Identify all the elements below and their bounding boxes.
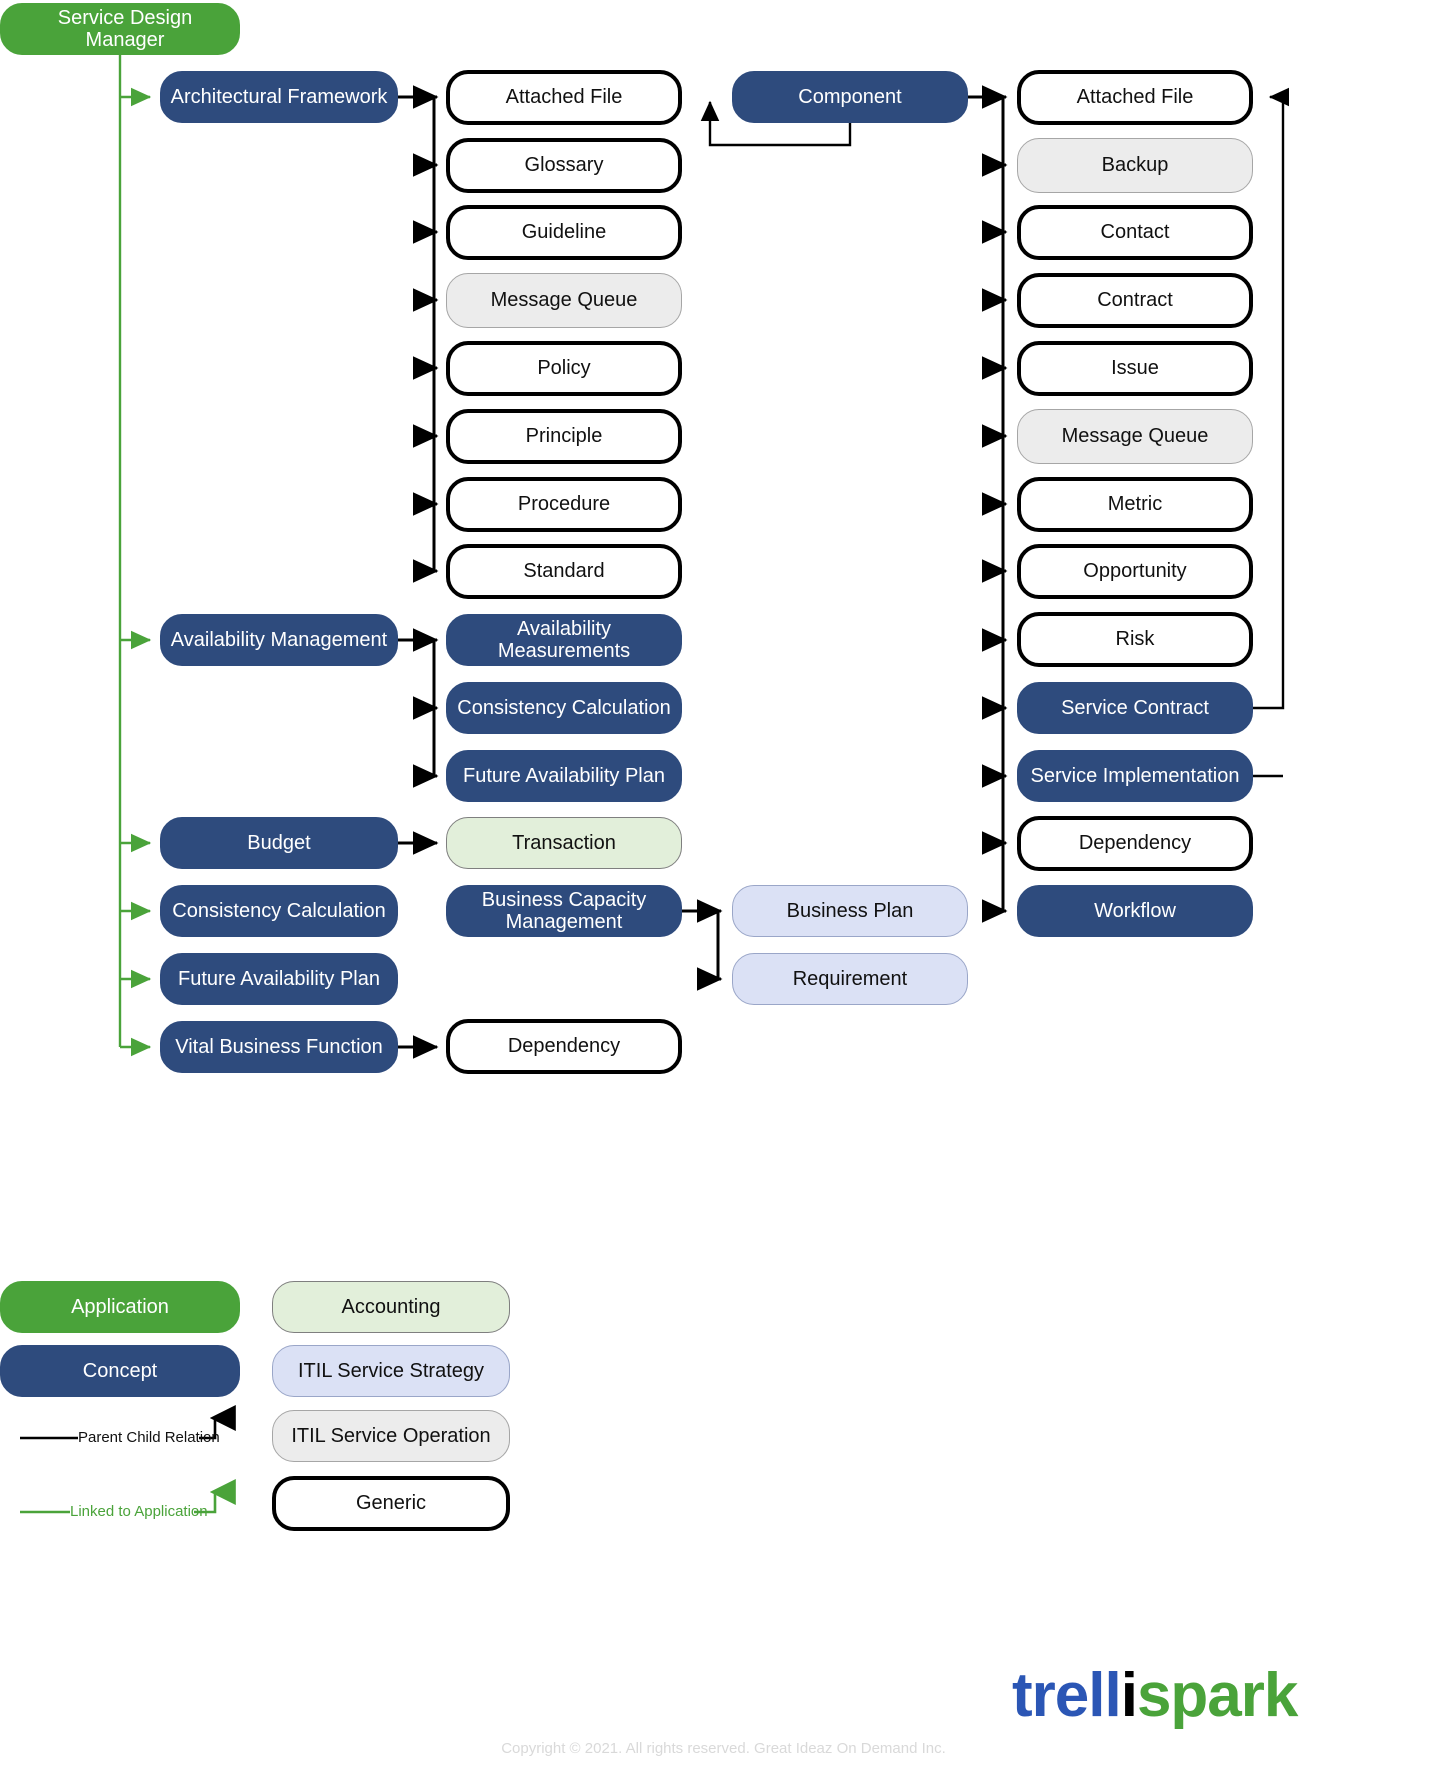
node-label: Workflow xyxy=(1094,899,1176,922)
node-label: Availability Management xyxy=(170,628,388,651)
legend-label: ITIL Service Strategy xyxy=(298,1359,484,1382)
legend-shape-itil-service-operation: ITIL Service Operation xyxy=(272,1410,510,1462)
node-business-plan[interactable]: Business Plan xyxy=(732,885,968,937)
node-label: Message Queue xyxy=(490,289,638,312)
node-requirement[interactable]: Requirement xyxy=(732,953,968,1005)
node-glossary[interactable]: Glossary xyxy=(446,138,682,193)
node-label: Guideline xyxy=(521,221,607,244)
node-vital-business-function[interactable]: Vital Business Function xyxy=(160,1021,398,1073)
node-budget[interactable]: Budget xyxy=(160,817,398,869)
node-label: Policy xyxy=(537,357,591,380)
node-label: Business Capacity Management xyxy=(481,888,647,933)
node-workflow[interactable]: Workflow xyxy=(1017,885,1253,937)
node-business-capacity-management[interactable]: Business Capacity Management xyxy=(446,885,682,937)
node-label: Issue xyxy=(1111,357,1159,380)
node-procedure[interactable]: Procedure xyxy=(446,477,682,532)
node-label: Transaction xyxy=(512,831,616,854)
node-message-queue-af[interactable]: Message Queue xyxy=(446,273,682,328)
node-label: Vital Business Function xyxy=(175,1035,383,1058)
logo-part-spark: spark xyxy=(1136,1661,1298,1730)
node-label: Requirement xyxy=(792,967,908,990)
node-label: Service Design Manager xyxy=(57,6,193,51)
node-label: Contact xyxy=(1100,221,1170,244)
legend-label: ITIL Service Operation xyxy=(291,1424,491,1447)
legend-label: Application xyxy=(71,1295,169,1318)
node-component[interactable]: Component xyxy=(732,71,968,123)
node-label: Attached File xyxy=(505,86,623,109)
node-architectural-framework[interactable]: Architectural Framework xyxy=(160,71,398,123)
node-label: Consistency Calculation xyxy=(172,899,386,922)
node-policy[interactable]: Policy xyxy=(446,341,682,396)
node-issue[interactable]: Issue xyxy=(1017,341,1253,396)
node-label: Dependency xyxy=(507,1035,621,1058)
node-transaction[interactable]: Transaction xyxy=(446,817,682,869)
node-label: Attached File xyxy=(1076,86,1194,109)
node-availability-management[interactable]: Availability Management xyxy=(160,614,398,666)
node-label: Backup xyxy=(1101,154,1169,177)
node-availability-measurements[interactable]: Availability Measurements xyxy=(446,614,682,666)
node-label: Message Queue xyxy=(1061,425,1209,448)
node-opportunity[interactable]: Opportunity xyxy=(1017,544,1253,599)
node-label: Availability Measurements xyxy=(497,617,631,662)
node-label: Business Plan xyxy=(786,899,914,922)
node-message-queue-cmp[interactable]: Message Queue xyxy=(1017,409,1253,464)
node-consistency-calculation-am[interactable]: Consistency Calculation xyxy=(446,682,682,734)
node-label: Service Implementation xyxy=(1030,764,1240,787)
node-label: Architectural Framework xyxy=(170,85,388,108)
node-contract[interactable]: Contract xyxy=(1017,273,1253,328)
node-dependency-cmp[interactable]: Dependency xyxy=(1017,816,1253,871)
legend-shape-accounting: Accounting xyxy=(272,1281,510,1333)
node-attached-file[interactable]: Attached File xyxy=(446,70,682,125)
legend-label: Accounting xyxy=(341,1295,441,1318)
legend-shape-itil-service-strategy: ITIL Service Strategy xyxy=(272,1345,510,1397)
node-label: Principle xyxy=(525,425,603,448)
node-service-implementation[interactable]: Service Implementation xyxy=(1017,750,1253,802)
node-label: Budget xyxy=(247,831,311,854)
node-future-availability-plan[interactable]: Future Availability Plan xyxy=(160,953,398,1005)
node-label: Consistency Calculation xyxy=(457,696,671,719)
node-label: Future Availability Plan xyxy=(178,967,380,990)
legend-shape-application: Application xyxy=(0,1281,240,1333)
node-label: Dependency xyxy=(1078,832,1192,855)
logo-part-trell: trell xyxy=(1012,1661,1122,1730)
node-contact[interactable]: Contact xyxy=(1017,205,1253,260)
node-attached-file-cmp[interactable]: Attached File xyxy=(1017,70,1253,125)
node-label: Contract xyxy=(1097,289,1173,312)
node-label: Procedure xyxy=(517,493,611,516)
node-risk[interactable]: Risk xyxy=(1017,612,1253,667)
legend-shape-generic: Generic xyxy=(272,1476,510,1531)
node-principle[interactable]: Principle xyxy=(446,409,682,464)
node-future-availability-plan-am[interactable]: Future Availability Plan xyxy=(446,750,682,802)
node-label: Metric xyxy=(1107,493,1163,516)
node-label: Standard xyxy=(523,560,605,583)
node-metric[interactable]: Metric xyxy=(1017,477,1253,532)
node-backup[interactable]: Backup xyxy=(1017,138,1253,193)
copyright-notice: Copyright © 2021. All rights reserved. G… xyxy=(501,1740,946,1757)
legend-shape-concept: Concept xyxy=(0,1345,240,1397)
node-label: Service Contract xyxy=(1061,696,1209,719)
node-label: Component xyxy=(798,85,902,108)
node-consistency-calculation[interactable]: Consistency Calculation xyxy=(160,885,398,937)
legend-parent-child-relation-label: Parent Child Relation xyxy=(78,1429,220,1446)
node-guideline[interactable]: Guideline xyxy=(446,205,682,260)
node-label: Glossary xyxy=(524,154,604,177)
node-service-design-manager[interactable]: Service Design Manager xyxy=(0,3,240,55)
logo-part-i: i xyxy=(1120,1661,1138,1730)
node-label: Opportunity xyxy=(1083,560,1187,583)
node-dependency-vbf[interactable]: Dependency xyxy=(446,1019,682,1074)
node-standard[interactable]: Standard xyxy=(446,544,682,599)
diagram-canvas: Service Design Manager Architectural Fra… xyxy=(0,0,1447,1771)
legend-label: Generic xyxy=(355,1492,427,1515)
node-label: Risk xyxy=(1115,628,1155,651)
legend-label: Concept xyxy=(82,1359,158,1382)
legend-linked-to-application-label: Linked to Application xyxy=(70,1503,208,1520)
node-service-contract[interactable]: Service Contract xyxy=(1017,682,1253,734)
trellispark-logo: trellispark xyxy=(1012,1660,1298,1731)
node-label: Future Availability Plan xyxy=(463,764,665,787)
